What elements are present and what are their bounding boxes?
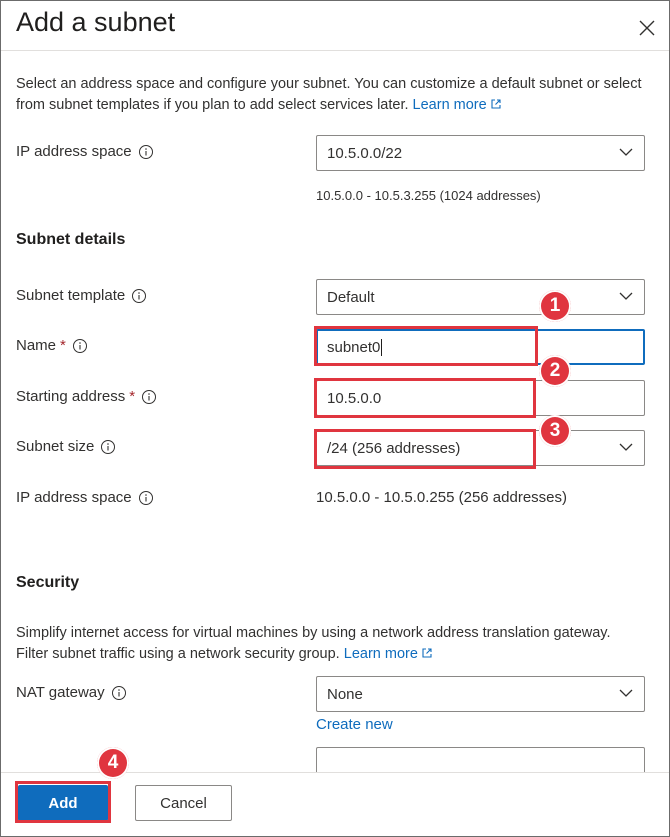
info-icon[interactable] <box>111 685 127 701</box>
starting-address-input[interactable]: 10.5.0.0 <box>316 380 645 416</box>
subnet-details-heading: Subnet details <box>16 231 126 248</box>
info-icon[interactable] <box>138 144 154 160</box>
info-icon[interactable] <box>100 439 116 455</box>
info-icon[interactable] <box>131 288 147 304</box>
add-button[interactable]: Add <box>18 785 108 821</box>
info-icon[interactable] <box>141 389 157 405</box>
subnet-template-label: Subnet template <box>16 287 147 304</box>
required-marker: * <box>60 337 66 354</box>
annotation-badge-1: 1 <box>539 290 571 322</box>
info-icon[interactable] <box>138 490 154 506</box>
name-label: Name * <box>16 337 88 354</box>
add-subnet-panel: Add a subnet Select an address space and… <box>0 0 670 837</box>
close-icon[interactable] <box>637 18 657 38</box>
security-description: Simplify internet access for virtual mac… <box>16 625 611 662</box>
chevron-down-icon <box>619 148 633 156</box>
required-marker: * <box>129 388 136 405</box>
annotation-badge-3: 3 <box>539 415 571 447</box>
chevron-down-icon <box>619 443 633 451</box>
nat-gateway-label: NAT gateway <box>16 684 127 701</box>
annotation-badge-2: 2 <box>539 355 571 387</box>
chevron-down-icon <box>619 689 633 697</box>
page-title: Add a subnet <box>16 7 176 37</box>
text-cursor <box>381 338 383 356</box>
ip-address-space-label: IP address space <box>16 143 154 160</box>
subnet-size-dropdown[interactable]: /24 (256 addresses) <box>316 430 645 466</box>
subnet-size-label: Subnet size <box>16 438 116 455</box>
header-divider <box>1 50 669 51</box>
dialog-description: Select an address space and configure yo… <box>16 76 642 113</box>
security-learn-more-link[interactable]: Learn more <box>344 646 433 662</box>
learn-more-link[interactable]: Learn more <box>413 97 502 113</box>
subnet-ip-space-value: 10.5.0.0 - 10.5.0.255 (256 addresses) <box>316 489 568 506</box>
security-heading: Security <box>16 574 80 591</box>
cancel-button[interactable]: Cancel <box>135 785 232 821</box>
name-input[interactable]: subnet0 <box>316 329 645 365</box>
info-icon[interactable] <box>72 338 88 354</box>
external-link-icon <box>491 99 501 109</box>
annotation-badge-4: 4 <box>97 747 129 779</box>
create-new-nat-link[interactable]: Create new <box>316 716 393 733</box>
subnet-template-dropdown[interactable]: Default <box>316 279 645 315</box>
address-range-hint: 10.5.0.0 - 10.5.3.255 (1024 addresses) <box>316 188 541 203</box>
ip-address-space-dropdown[interactable]: 10.5.0.0/22 <box>316 135 645 171</box>
subnet-ip-space-label: IP address space <box>16 489 154 506</box>
nat-gateway-dropdown[interactable]: None <box>316 676 645 712</box>
chevron-down-icon <box>619 292 633 300</box>
starting-address-label: Starting address * <box>16 388 157 405</box>
external-link-icon <box>422 648 432 658</box>
